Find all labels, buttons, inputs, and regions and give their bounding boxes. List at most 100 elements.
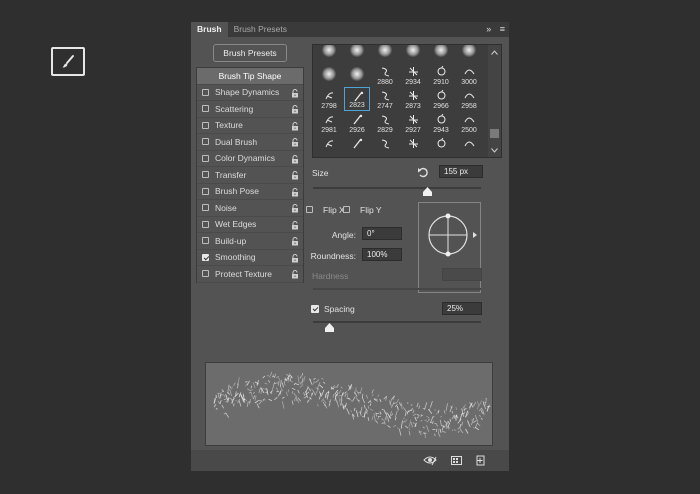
brush-tip-tile[interactable]: 2943 — [428, 111, 454, 135]
option-noise[interactable]: Noise — [197, 200, 303, 217]
brush-tip-tile[interactable] — [428, 135, 454, 157]
option-transfer[interactable]: Transfer — [197, 167, 303, 184]
brush-tip-tile[interactable]: 2880 — [372, 63, 398, 87]
brush-tip-tile[interactable] — [316, 45, 342, 63]
option-smoothing[interactable]: Smoothing — [197, 250, 303, 266]
brush-tip-tile[interactable] — [316, 63, 342, 87]
scroll-thumb[interactable] — [490, 129, 499, 138]
brush-tip-tile[interactable]: 2798 — [316, 87, 342, 111]
option-checkbox[interactable] — [202, 154, 209, 162]
flip-y-checkbox[interactable] — [343, 206, 350, 213]
spacing-slider[interactable] — [313, 321, 481, 323]
brush-tip-tile[interactable] — [344, 63, 370, 87]
option-checkbox[interactable] — [202, 138, 209, 146]
option-checkbox[interactable] — [202, 187, 209, 195]
soft-round-brush-icon — [462, 45, 476, 57]
option-brush-pose[interactable]: Brush Pose — [197, 184, 303, 200]
brush-tip-tile[interactable]: 2500 — [456, 111, 482, 135]
brush-tip-size-label: 2829 — [377, 127, 393, 134]
option-dual-brush[interactable]: Dual Brush — [197, 134, 303, 151]
brush-icon — [62, 54, 74, 67]
size-slider[interactable] — [313, 187, 481, 189]
option-checkbox[interactable] — [202, 121, 209, 129]
lock-icon[interactable] — [291, 171, 299, 180]
brush-tip-tile[interactable] — [316, 135, 342, 157]
option-checkbox[interactable] — [202, 171, 209, 179]
brush-tip-tile[interactable] — [428, 45, 454, 63]
brush-tip-tile[interactable]: 3000 — [456, 63, 482, 87]
option-label: Shape Dynamics — [215, 87, 280, 98]
option-checkbox[interactable] — [202, 105, 209, 113]
angle-field[interactable]: 0° — [362, 227, 402, 240]
lock-icon[interactable] — [291, 105, 299, 114]
option-build-up[interactable]: Build-up — [197, 233, 303, 250]
brush-tip-tile[interactable] — [344, 45, 370, 63]
lock-icon[interactable] — [291, 121, 299, 131]
option-label: Texture — [215, 120, 243, 131]
option-brush-tip-shape[interactable]: Brush Tip Shape — [197, 68, 303, 85]
lock-icon[interactable] — [291, 270, 299, 279]
option-checkbox[interactable] — [202, 270, 209, 278]
option-texture[interactable]: Texture — [197, 118, 303, 134]
size-slider-thumb[interactable] — [422, 187, 432, 196]
roundness-field[interactable]: 100% — [362, 248, 402, 261]
brush-tip-tile[interactable] — [344, 135, 370, 157]
spacing-field[interactable]: 25% — [442, 302, 482, 315]
reset-size-icon[interactable] — [417, 166, 429, 178]
brush-tip-tile[interactable]: 2910 — [428, 63, 454, 87]
scroll-up-icon[interactable] — [491, 50, 498, 55]
flip-x-checkbox[interactable] — [306, 206, 313, 213]
option-checkbox[interactable] — [202, 237, 209, 245]
tab-brush-presets[interactable]: Brush Presets — [228, 22, 293, 37]
brush-tip-tile[interactable] — [456, 135, 482, 157]
option-protect-texture[interactable]: Protect Texture — [197, 266, 303, 283]
option-checkbox[interactable] — [202, 220, 209, 228]
lock-icon[interactable] — [291, 138, 299, 147]
brush-tip-tile[interactable]: 2927 — [400, 111, 426, 135]
lock-icon[interactable] — [291, 88, 299, 98]
option-wet-edges[interactable]: Wet Edges — [197, 217, 303, 233]
tab-brush[interactable]: Brush — [191, 22, 228, 37]
option-label: Dual Brush — [215, 136, 258, 147]
open-preset-manager-icon[interactable] — [451, 455, 462, 466]
brush-tip-tile[interactable] — [400, 135, 426, 157]
brush-tip-tile[interactable]: 2747 — [372, 87, 398, 111]
brush-tip-tile[interactable]: 2981 — [316, 111, 342, 135]
brush-presets-button[interactable]: Brush Presets — [213, 44, 287, 62]
panel-menu-icon[interactable]: ≡ — [500, 24, 505, 34]
brush-tip-tile[interactable]: 2823 — [344, 87, 370, 111]
spacing-checkbox[interactable] — [311, 305, 319, 313]
brush-tip-tile[interactable]: 2958 — [456, 87, 482, 111]
collapse-icon[interactable]: » — [486, 24, 491, 34]
lock-icon[interactable] — [291, 187, 299, 197]
brush-tool-button[interactable] — [51, 47, 85, 76]
toggle-live-tip-preview-icon[interactable] — [423, 455, 437, 466]
option-checkbox[interactable] — [202, 204, 209, 212]
option-scattering[interactable]: Scattering — [197, 101, 303, 118]
brush-tip-tile[interactable] — [400, 45, 426, 63]
brush-tip-tile[interactable]: 2934 — [400, 63, 426, 87]
option-color-dynamics[interactable]: Color Dynamics — [197, 151, 303, 167]
brush-tip-tile[interactable]: 2926 — [344, 111, 370, 135]
brush-tip-tile[interactable] — [372, 45, 398, 63]
size-field[interactable]: 155 px — [439, 165, 483, 178]
lock-icon[interactable] — [291, 204, 299, 213]
brush-tip-tile[interactable]: 2829 — [372, 111, 398, 135]
create-new-brush-icon[interactable] — [475, 455, 486, 466]
brush-tip-tile[interactable] — [372, 135, 398, 157]
lock-icon[interactable] — [291, 237, 299, 246]
lock-icon[interactable] — [291, 154, 299, 164]
lock-icon[interactable] — [291, 220, 299, 230]
scroll-down-icon[interactable] — [491, 148, 498, 153]
brush-tip-tile[interactable]: 2966 — [428, 87, 454, 111]
option-shape-dynamics[interactable]: Shape Dynamics — [197, 85, 303, 101]
option-checkbox[interactable] — [202, 253, 209, 261]
brush-tip-tile[interactable] — [456, 45, 482, 63]
brush-tip-icon — [353, 114, 363, 125]
lock-icon[interactable] — [291, 253, 299, 263]
option-checkbox[interactable] — [202, 88, 209, 96]
option-label: Noise — [215, 202, 237, 213]
grid-scrollbar[interactable] — [488, 45, 501, 157]
brush-tip-tile[interactable]: 2873 — [400, 87, 426, 111]
spacing-slider-thumb[interactable] — [325, 323, 335, 332]
